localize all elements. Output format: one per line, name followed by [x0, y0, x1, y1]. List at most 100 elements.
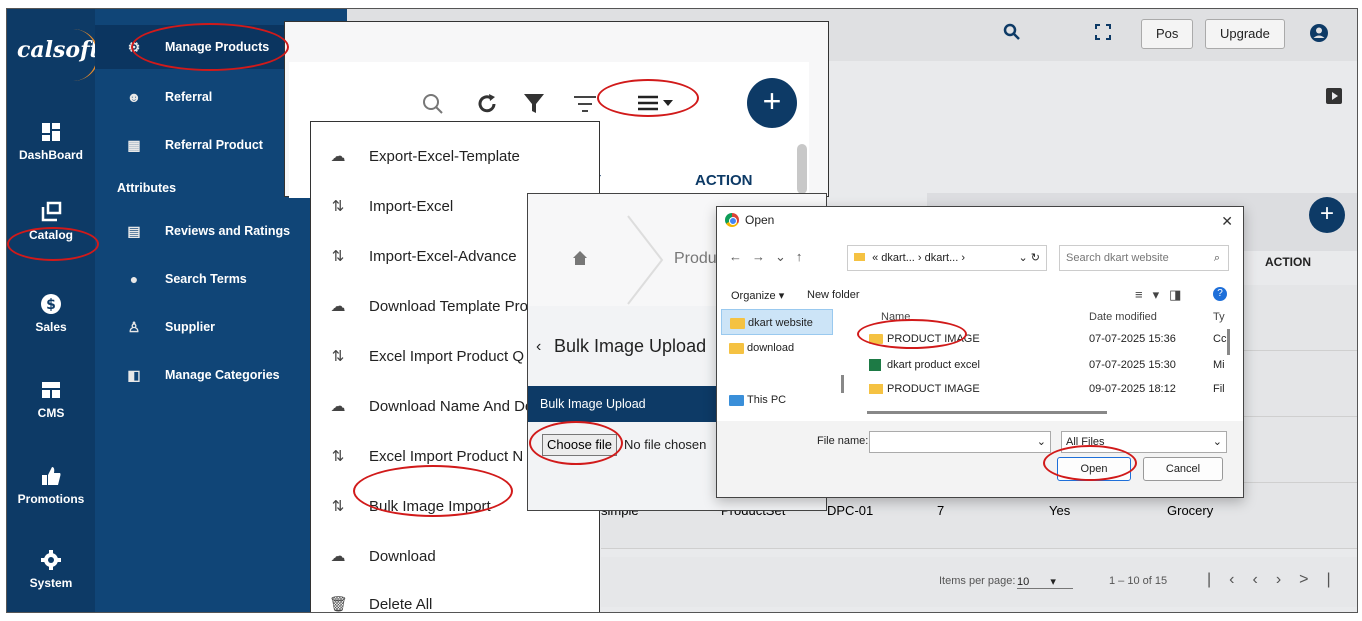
sort-arrows-icon: ⇅	[331, 448, 345, 465]
reviews-icon: ▤	[127, 222, 141, 239]
rail-item-promotions[interactable]: Promotions	[7, 465, 95, 506]
submenu-heading-attributes: Attributes	[117, 181, 177, 195]
sort-icon[interactable]	[573, 94, 597, 114]
items-per-page-select[interactable]: 10 ▾	[1017, 575, 1073, 589]
referral-icon: ☻	[126, 89, 142, 105]
organize-button[interactable]: Organize ▾	[731, 289, 784, 302]
rail-item-system[interactable]: System	[7, 549, 95, 590]
chrome-icon	[725, 213, 739, 227]
refresh-icon[interactable]: ⌄ ↻	[1019, 246, 1041, 270]
rail-label: System	[29, 576, 73, 590]
pos-button[interactable]: Pos	[1141, 19, 1194, 49]
dialog-footer: File name: ⌄ All Files ⌄ Open Cancel	[717, 421, 1243, 497]
account-icon[interactable]	[1309, 23, 1329, 43]
sort-arrows-icon: ⇅	[331, 248, 345, 265]
file-name: dkart product excel	[887, 359, 980, 371]
sort-arrows-icon: ⇅	[331, 498, 345, 515]
breadcrumb-item[interactable]: Produ	[674, 250, 717, 268]
sort-arrows-icon: ⇅	[331, 198, 345, 215]
no-file-text: No file chosen	[624, 437, 707, 452]
navigation-pane: dkart website download This PC	[717, 305, 849, 421]
items-per-page-value: 10	[1017, 576, 1030, 588]
vertical-scrollbar[interactable]	[1227, 329, 1230, 355]
menu-item-label: Delete All	[369, 595, 433, 613]
menu-item-export-excel-template[interactable]: ☁ Export-Excel-Template	[311, 136, 601, 176]
referral-product-icon: ▦	[127, 136, 141, 153]
menu-item-label: Excel Import Product Q	[369, 347, 525, 365]
scrollbar[interactable]	[797, 144, 807, 194]
nav-arrows[interactable]: ←→⌄↑	[729, 249, 812, 265]
choose-file-button[interactable]: Choose file	[542, 434, 618, 456]
col-name[interactable]: Name	[881, 311, 910, 323]
fullscreen-icon[interactable]	[1095, 24, 1111, 40]
rail-label: DashBoard	[18, 148, 83, 162]
view-options-icon[interactable]: ≡▾◨	[1135, 287, 1191, 303]
filter-icon[interactable]	[523, 92, 545, 116]
nav-this-pc[interactable]: This PC	[721, 387, 833, 413]
cloud-upload-icon: ☁	[330, 398, 346, 415]
file-date: 07-07-2025 15:36	[1089, 333, 1176, 345]
open-file-dialog: Open ✕ ←→⌄↑ « dkart... › dkart... › ⌄ ↻ …	[716, 206, 1244, 498]
nav-label: download	[747, 342, 795, 354]
horizontal-scrollbar[interactable]	[867, 411, 1107, 414]
address-text: « dkart... › dkart... ›	[872, 252, 965, 264]
submenu-label: Reviews and Ratings	[165, 224, 291, 238]
filetype-select[interactable]: All Files ⌄	[1061, 431, 1227, 453]
search-icon[interactable]	[1003, 23, 1021, 41]
add-button-bg[interactable]: +	[1309, 197, 1345, 233]
rail-label: CMS	[37, 406, 65, 420]
rail-item-dashboard[interactable]: DashBoard	[7, 121, 95, 162]
cell-qty: 7	[937, 503, 945, 518]
menu-item-delete-all[interactable]: 🗑 Delete All	[311, 584, 601, 613]
nav-label: dkart website	[748, 317, 813, 329]
refresh-icon[interactable]	[475, 92, 499, 116]
close-icon[interactable]: ✕	[1221, 213, 1233, 230]
rail-item-catalog[interactable]: Catalog	[7, 201, 95, 242]
col-date[interactable]: Date modified	[1089, 311, 1157, 323]
home-icon[interactable]	[572, 250, 588, 266]
menu-item-download[interactable]: ☁ Download	[311, 536, 601, 576]
menu-dropdown-icon[interactable]	[637, 94, 675, 114]
breadcrumb-chevron	[627, 215, 664, 305]
new-folder-button[interactable]: New folder	[807, 289, 860, 301]
nav-dkart-website[interactable]: dkart website	[721, 309, 833, 335]
rail-item-sales[interactable]: $ Sales	[7, 293, 95, 334]
gear-icon	[41, 550, 61, 570]
video-icon[interactable]	[1325, 87, 1343, 105]
search-icon[interactable]	[421, 92, 445, 116]
nav-label: This PC	[747, 394, 787, 406]
rail-label: Sales	[35, 320, 67, 334]
cloud-upload-icon: ☁	[330, 298, 346, 315]
file-row[interactable]: PRODUCT IMAGE 09-07-2025 18:12 Fil	[857, 377, 1227, 401]
open-button[interactable]: Open	[1057, 457, 1131, 481]
submenu-label: Referral Product	[165, 138, 263, 152]
items-per-page-label: Items per page:	[939, 575, 1016, 587]
upgrade-button[interactable]: Upgrade	[1205, 19, 1285, 49]
back-icon[interactable]: ‹	[536, 338, 541, 356]
computer-icon	[729, 395, 744, 406]
file-row[interactable]: dkart product excel 07-07-2025 15:30 Mi	[857, 353, 1227, 377]
cancel-button[interactable]: Cancel	[1143, 457, 1223, 481]
products-icon: ⚙	[127, 38, 141, 55]
submenu-label: Manage Products	[165, 40, 270, 54]
pane-scrollbar[interactable]	[841, 375, 844, 393]
add-button[interactable]: +	[747, 78, 797, 128]
col-type[interactable]: Ty	[1213, 311, 1225, 323]
file-row[interactable]: PRODUCT IMAGE 07-07-2025 15:36 Cc	[857, 327, 1227, 351]
chevron-down-icon: ▾	[1050, 576, 1056, 588]
dialog-title: Open	[725, 213, 774, 227]
rail-item-cms[interactable]: CMS	[7, 379, 95, 420]
filename-input[interactable]: ⌄	[869, 431, 1051, 453]
menu-item-label: Import-Excel-Advance	[369, 247, 517, 265]
address-bar[interactable]: « dkart... › dkart... › ⌄ ↻	[847, 245, 1047, 271]
menu-item-label: Download	[369, 547, 436, 565]
search-placeholder: Search dkart website	[1066, 252, 1169, 264]
page-title: Bulk Image Upload	[554, 336, 707, 356]
svg-text:$: $	[46, 297, 56, 313]
chevron-down-icon: ⌄	[1036, 436, 1046, 448]
dialog-search-input[interactable]: Search dkart website ⌕	[1059, 245, 1229, 271]
help-icon[interactable]: ?	[1213, 287, 1227, 301]
pager-icons[interactable]: |‹‹›>|	[1207, 571, 1349, 589]
nav-download[interactable]: download	[721, 335, 833, 361]
cell-category: Grocery	[1167, 503, 1214, 518]
